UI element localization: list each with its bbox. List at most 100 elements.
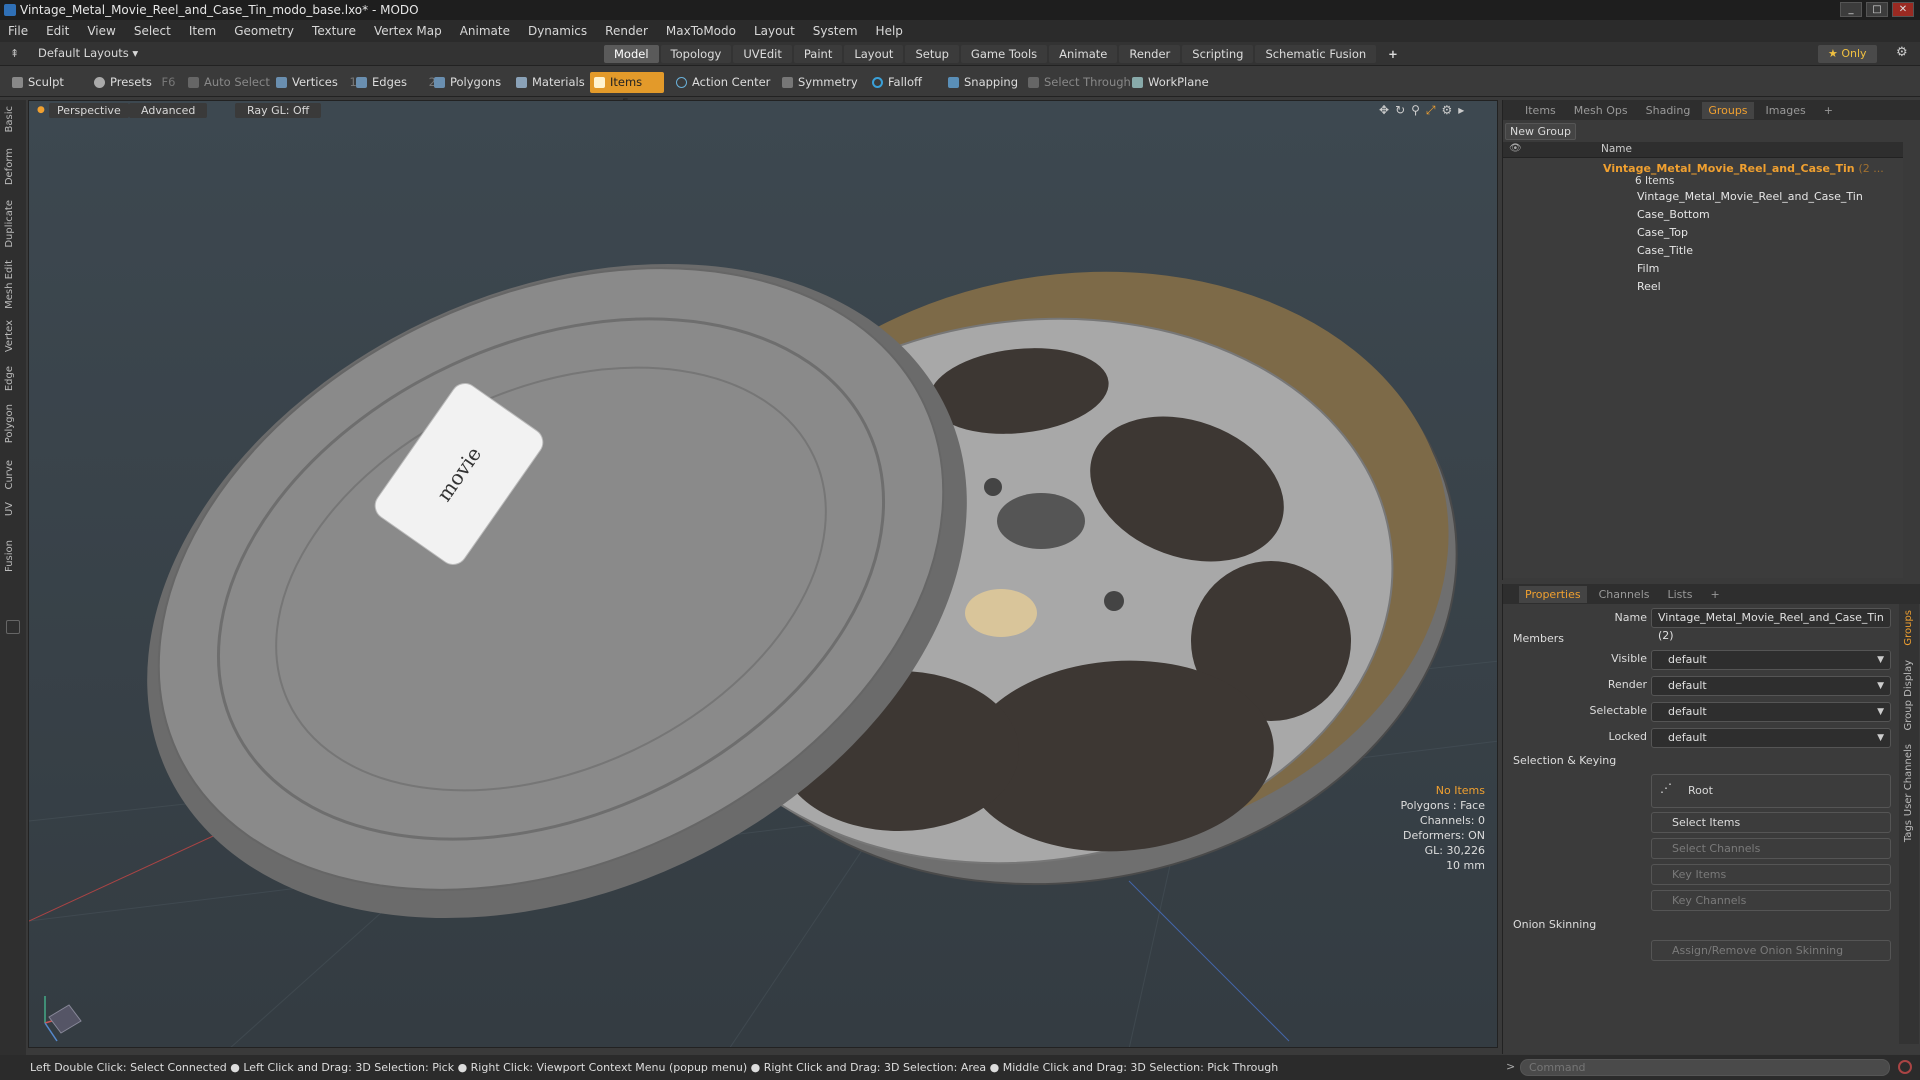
select-items-button[interactable]: Select Items — [1651, 812, 1891, 833]
select-through-button[interactable]: Select Through — [1024, 72, 1131, 93]
tab-basic[interactable]: Basic — [4, 106, 15, 132]
menu-item[interactable]: Item — [189, 24, 216, 38]
side-tab-groups[interactable]: Groups — [1903, 610, 1914, 646]
tab-fusion[interactable]: Fusion — [4, 540, 15, 572]
group-list[interactable]: Vintage_Metal_Movie_Reel_and_Case_Tin (2… — [1503, 158, 1903, 578]
tab-scripting[interactable]: Scripting — [1182, 45, 1254, 63]
menu-geometry[interactable]: Geometry — [234, 24, 294, 38]
workplane-button[interactable]: WorkPlane — [1128, 72, 1209, 93]
only-toggle[interactable]: ★ Only — [1818, 45, 1877, 63]
tab-shading[interactable]: Shading — [1640, 102, 1697, 119]
tab-vertex[interactable]: Vertex — [4, 320, 15, 352]
materials-button[interactable]: Materials — [512, 72, 585, 93]
menu-system[interactable]: System — [813, 24, 858, 38]
side-tab-tags[interactable]: Tags — [1903, 820, 1914, 842]
selection-keying-section[interactable]: Selection & Keying — [1513, 754, 1616, 767]
tab-paint[interactable]: Paint — [793, 45, 843, 63]
menu-edit[interactable]: Edit — [46, 24, 69, 38]
tab-model[interactable]: Model — [604, 45, 659, 63]
layout-up-icon[interactable]: ⇞ — [10, 47, 19, 60]
command-input[interactable] — [1520, 1059, 1890, 1076]
menu-animate[interactable]: Animate — [460, 24, 510, 38]
symmetry-button[interactable]: Symmetry — [778, 72, 858, 93]
tree-item-case-title[interactable]: Case_Title — [1637, 242, 1693, 260]
locked-dropdown[interactable]: default ▼ — [1651, 728, 1891, 748]
add-panel-tab[interactable]: + — [1818, 102, 1839, 119]
menu-dynamics[interactable]: Dynamics — [528, 24, 587, 38]
name-column-header[interactable]: Name — [1601, 143, 1632, 155]
tree-item-case-top[interactable]: Case_Top — [1637, 224, 1688, 242]
key-items-button[interactable]: Key Items — [1651, 864, 1891, 885]
tab-uvedit[interactable]: UVEdit — [733, 45, 792, 63]
menu-file[interactable]: File — [8, 24, 28, 38]
new-group-button[interactable]: New Group — [1505, 123, 1576, 140]
side-tab-group-display[interactable]: Group Display — [1903, 660, 1914, 730]
auto-select-button[interactable]: Auto Select — [184, 72, 270, 93]
falloff-button[interactable]: Falloff — [868, 72, 922, 93]
add-properties-tab[interactable]: + — [1704, 586, 1725, 603]
tab-schematic-fusion[interactable]: Schematic Fusion — [1255, 45, 1377, 63]
menu-render[interactable]: Render — [605, 24, 648, 38]
vertices-button[interactable]: Vertices 1 — [272, 72, 357, 93]
menu-select[interactable]: Select — [134, 24, 171, 38]
menu-help[interactable]: Help — [876, 24, 903, 38]
menu-maxtomodo[interactable]: MaxToModo — [666, 24, 736, 38]
tab-curve[interactable]: Curve — [4, 460, 15, 490]
tab-deform[interactable]: Deform — [4, 148, 15, 185]
menu-layout[interactable]: Layout — [754, 24, 795, 38]
sculpt-button[interactable]: Sculpt — [8, 72, 64, 93]
action-center-button[interactable]: Action Center — [672, 72, 770, 93]
tab-layout[interactable]: Layout — [844, 45, 904, 63]
root-button[interactable]: ⋰ Root — [1651, 774, 1891, 808]
tab-channels[interactable]: Channels — [1593, 586, 1656, 603]
side-tab-user-channels[interactable]: User Channels — [1903, 744, 1914, 816]
visibility-column-icon[interactable]: 👁 — [1509, 143, 1522, 154]
tab-render[interactable]: Render — [1119, 45, 1181, 63]
tab-properties[interactable]: Properties — [1519, 585, 1587, 603]
onion-skinning-section[interactable]: Onion Skinning — [1513, 918, 1596, 931]
tree-item-film[interactable]: Film — [1637, 260, 1659, 278]
tab-uv[interactable]: UV — [4, 502, 15, 516]
maximize-button[interactable]: □ — [1866, 2, 1888, 17]
add-tab-button[interactable]: + — [1378, 45, 1408, 63]
selectable-dropdown[interactable]: default ▼ — [1651, 702, 1891, 722]
select-channels-button[interactable]: Select Channels — [1651, 838, 1891, 859]
close-button[interactable]: ✕ — [1892, 2, 1914, 17]
tab-mesh-edit[interactable]: Mesh Edit — [4, 260, 15, 309]
tab-mesh-ops[interactable]: Mesh Ops — [1568, 102, 1634, 119]
tab-edge[interactable]: Edge — [4, 366, 15, 391]
tree-item-reel[interactable]: Reel — [1637, 278, 1661, 296]
key-channels-button[interactable]: Key Channels — [1651, 890, 1891, 911]
presets-button[interactable]: Presets F6 — [90, 72, 175, 93]
tab-game-tools[interactable]: Game Tools — [960, 45, 1048, 63]
onion-skinning-button[interactable]: Assign/Remove Onion Skinning — [1651, 940, 1891, 961]
polygons-button[interactable]: Polygons — [430, 72, 501, 93]
menu-view[interactable]: View — [87, 24, 115, 38]
tab-lists[interactable]: Lists — [1662, 586, 1699, 603]
expand-toolbox-button[interactable] — [6, 620, 20, 634]
minimize-button[interactable]: _ — [1840, 2, 1862, 17]
tab-groups[interactable]: Groups — [1702, 101, 1754, 119]
tab-images[interactable]: Images — [1760, 102, 1812, 119]
tab-setup[interactable]: Setup — [905, 45, 959, 63]
items-button[interactable]: Items 5 — [590, 72, 664, 110]
3d-viewport[interactable]: ● Perspective Advanced Ray GL: Off ✥ ↻ ⚲… — [28, 100, 1498, 1048]
render-dropdown[interactable]: default ▼ — [1651, 676, 1891, 696]
tab-items[interactable]: Items — [1519, 102, 1562, 119]
tree-item-case-bottom[interactable]: Case_Bottom — [1637, 206, 1710, 224]
visible-dropdown[interactable]: default ▼ — [1651, 650, 1891, 670]
default-layouts-dropdown[interactable]: Default Layouts ▾ — [38, 46, 138, 60]
command-expand-icon[interactable]: > — [1506, 1060, 1515, 1073]
tab-topology[interactable]: Topology — [660, 45, 732, 63]
menu-vertex-map[interactable]: Vertex Map — [374, 24, 442, 38]
snapping-button[interactable]: Snapping — [944, 72, 1018, 93]
menu-texture[interactable]: Texture — [312, 24, 356, 38]
edges-button[interactable]: Edges 2 — [352, 72, 436, 93]
tab-duplicate[interactable]: Duplicate — [4, 200, 15, 248]
gear-icon[interactable]: ⚙ — [1896, 45, 1908, 60]
tree-item-scene[interactable]: Vintage_Metal_Movie_Reel_and_Case_Tin — [1637, 188, 1863, 206]
members-section[interactable]: Members — [1513, 632, 1564, 645]
group-name-field[interactable]: Vintage_Metal_Movie_Reel_and_Case_Tin (2… — [1651, 608, 1891, 642]
record-macro-icon[interactable] — [1898, 1060, 1912, 1074]
tab-polygon[interactable]: Polygon — [4, 404, 15, 443]
